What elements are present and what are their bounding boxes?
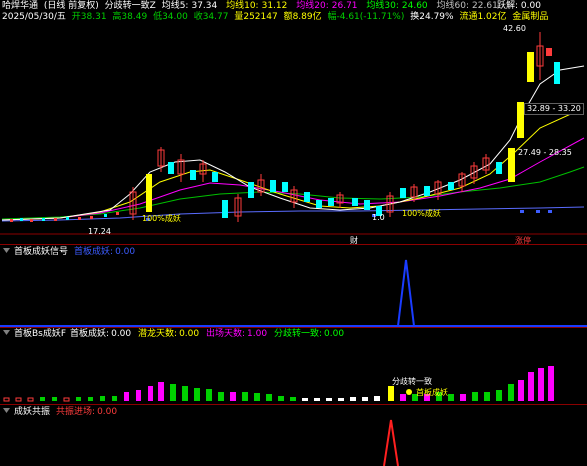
right-label-text: 跃解: 0.00 <box>497 1 541 11</box>
p2-item-0: 首板成妖: 0.00 <box>70 329 131 339</box>
ma10-value: 31.12 <box>261 1 288 11</box>
signal-dot-icon <box>406 389 412 395</box>
signal-spike <box>397 259 415 327</box>
p2-item-0-value: 0.00 <box>111 329 132 339</box>
indicator-name[interactable]: 分歧转一致Z <box>105 1 156 11</box>
ma20: 均线20: 26.71 <box>296 1 360 11</box>
high-value: 高38.49 <box>112 12 148 22</box>
p2-item-3: 分歧转一致: 0.00 <box>274 329 344 339</box>
close-value: 收34.77 <box>193 12 229 22</box>
volume-value: 量252147 <box>234 12 278 22</box>
price-tag-upper: 32.89 - 33.20 <box>524 103 584 115</box>
p2-item-2-value: 1.00 <box>247 329 268 339</box>
p2-item-1: 潜龙天数: 0.00 <box>138 329 199 339</box>
stock-name[interactable]: 哈焊华通 <box>2 1 38 11</box>
turnover-value: 换24.79% <box>410 12 454 22</box>
industry-value[interactable]: 金属制品 <box>512 12 548 22</box>
ma30-label: 均线30: <box>366 1 399 11</box>
panel1-sub-value: 0.00 <box>115 247 136 257</box>
amount-value: 额8.89亿 <box>283 12 322 22</box>
change-value: 幅-4.61(-11.71%) <box>327 12 405 22</box>
panel1-header: 首板成妖信号 首板成妖: 0.00 <box>0 246 587 258</box>
right-label: 跃解: 0.00 <box>497 1 544 12</box>
panel2-chart[interactable] <box>0 340 587 404</box>
low-value: 低34.00 <box>153 12 188 22</box>
p2-item-3-label: 分歧转一致: <box>273 329 322 339</box>
annotation-buy: 1.0 <box>372 213 385 222</box>
p2-item-1-value: 0.00 <box>179 329 200 339</box>
ma60-label: 均线60: <box>436 1 470 11</box>
p2-item-1-label: 潜龙天数: <box>138 329 178 339</box>
price-chart[interactable] <box>0 22 587 244</box>
ma60: 均线60: 22.61 <box>437 1 501 11</box>
ma5: 均线5: 37.34 <box>162 1 221 11</box>
low-price-label: 17.24 <box>88 227 111 236</box>
panel1-separator <box>0 244 587 245</box>
p2-item-3-value: 0.00 <box>324 329 345 339</box>
ma20-value: 26.71 <box>331 1 358 11</box>
chart-title-row: 哈焊华通 (日线 前复权) 分歧转一致Z 均线5: 37.34 均线10: 31.1… <box>0 1 504 12</box>
panel2-title[interactable]: 首板Bs成妖F <box>14 329 66 339</box>
panel2-header: 首板Bs成妖F 首板成妖: 0.00 潜龙天数: 0.00 出场天数: 1.00 分歧转… <box>0 328 587 340</box>
high-price-label: 42.60 <box>503 24 526 33</box>
panel2-bars <box>3 366 554 402</box>
panel1-sub-label: 首板成妖: <box>74 247 114 257</box>
ma5-label: 均线5: <box>161 1 189 11</box>
panel2-annotation-1: 分歧转一致 <box>392 377 432 386</box>
p2-item-2-label: 出场天数: <box>205 329 246 339</box>
open-value: 开38.31 <box>71 12 107 22</box>
panel-toggle-icon[interactable] <box>2 328 11 337</box>
ma10: 均线10: 31.12 <box>226 1 290 11</box>
panel2-annotation-2: 首板成妖 <box>416 388 448 397</box>
ma20-label: 均线20: <box>296 1 329 11</box>
ma10-label: 均线10: <box>226 1 259 11</box>
resonance-spike <box>383 419 399 466</box>
panel-toggle-icon[interactable] <box>2 406 11 415</box>
p2-item-2: 出场天数: 1.00 <box>206 329 267 339</box>
p2-item-0-label: 首板成妖: <box>70 329 110 339</box>
date-label: 2025/05/30/五 <box>2 12 66 22</box>
period-label[interactable]: (日线 前复权) <box>44 1 99 11</box>
float-shares-value: 流通1.02亿 <box>459 12 507 22</box>
ma30: 均线30: 24.60 <box>366 1 430 11</box>
annotation-left: 100%成妖 <box>142 214 181 223</box>
panel3-chart[interactable] <box>0 416 587 466</box>
panel1-title[interactable]: 首板成妖信号 <box>14 247 68 257</box>
price-tag-lower: 27.49 - 28.35 <box>518 148 572 157</box>
panel-toggle-icon[interactable] <box>2 246 11 255</box>
panel1-chart[interactable] <box>0 258 587 328</box>
ma60-value: 22.61 <box>472 1 498 11</box>
panel3-separator <box>0 404 587 405</box>
ma5-value: 37.34 <box>191 1 218 11</box>
ma30-value: 24.60 <box>401 1 428 11</box>
annotation-right: 100%成妖 <box>402 209 441 218</box>
